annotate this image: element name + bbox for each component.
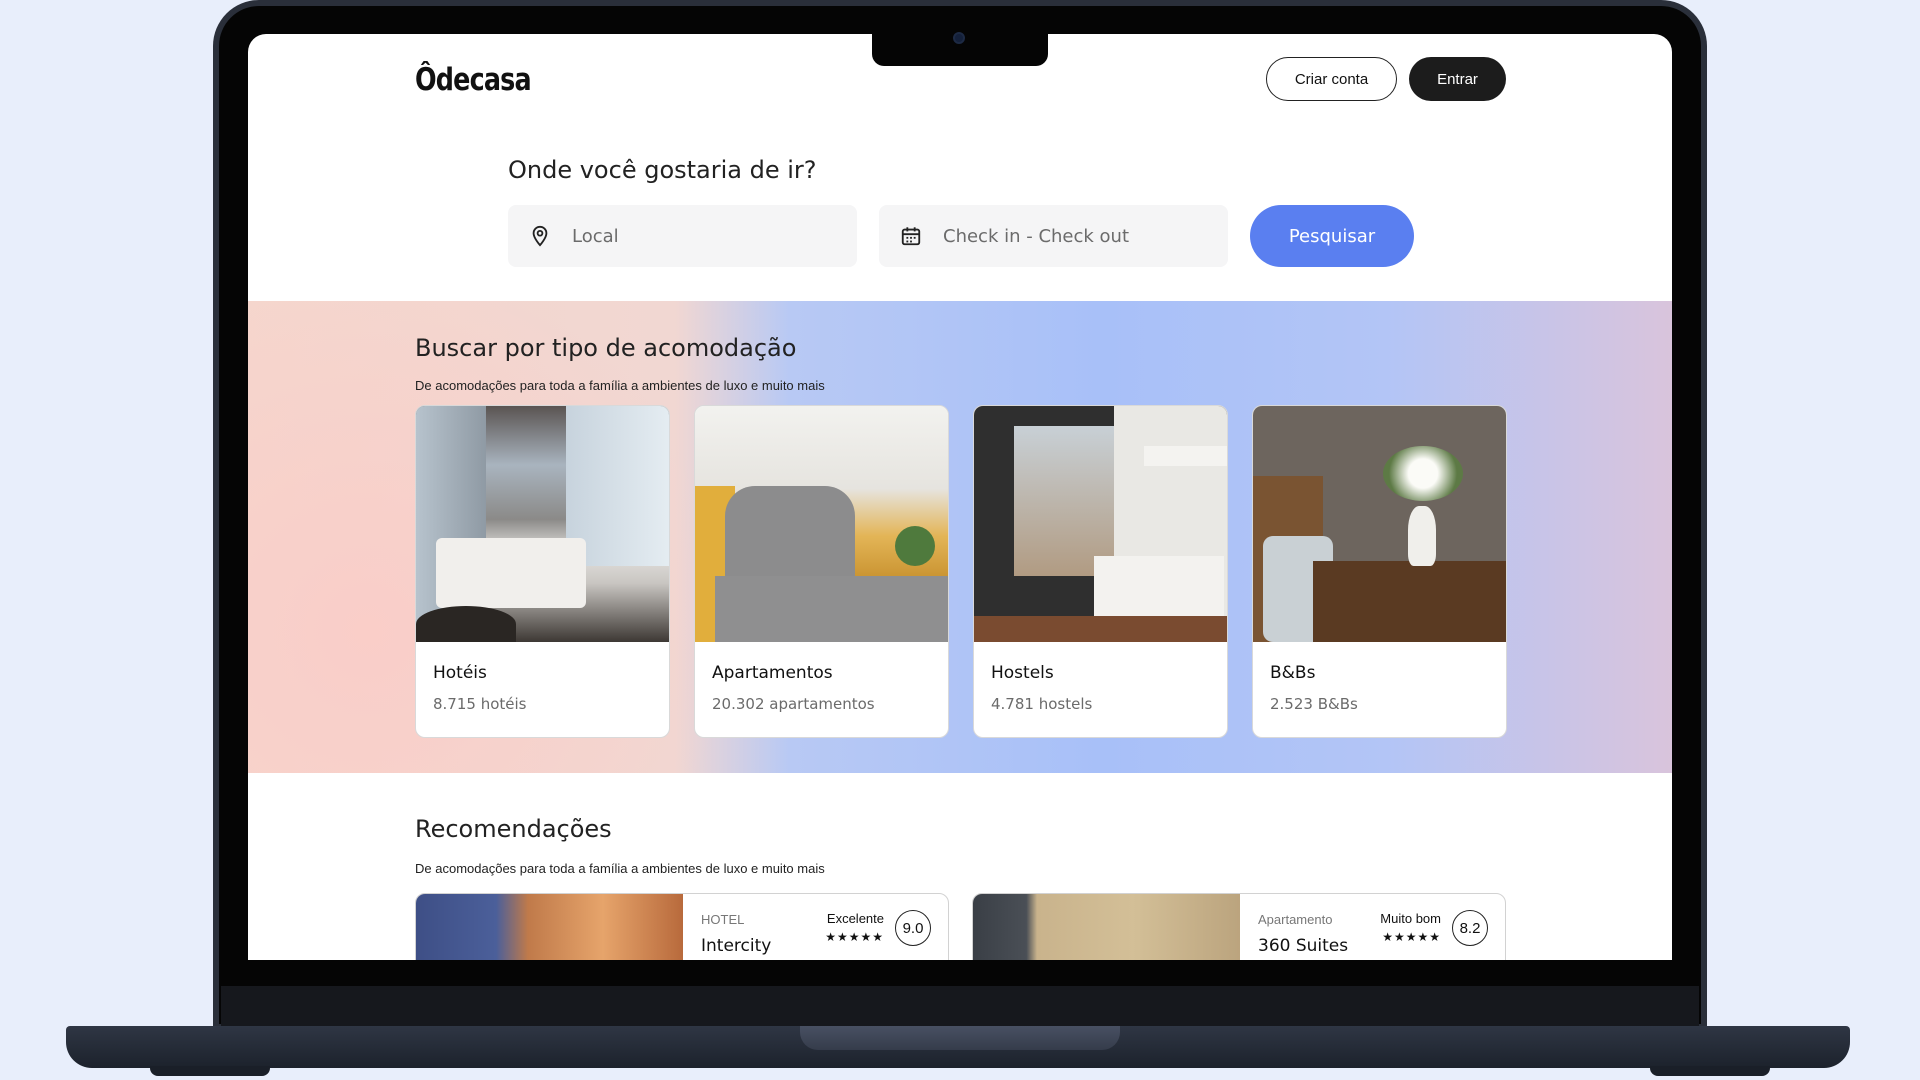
brand-logo[interactable]: Ôdecasa	[415, 62, 532, 98]
rating-label: Excelente	[826, 911, 884, 926]
recommendation-kind: HOTEL	[701, 912, 745, 927]
laptop-screen: Ôdecasa Criar conta Entrar Onde você gos…	[248, 34, 1672, 960]
types-subtitle: De acomodações para toda a família a amb…	[415, 378, 825, 393]
recommendation-kind: Apartamento	[1258, 912, 1333, 927]
type-card-hotels[interactable]: Hotéis 8.715 hotéis	[415, 405, 670, 738]
intercity-image	[416, 894, 683, 960]
star-rating: ★★★★★	[825, 930, 884, 944]
type-name: Hostels	[991, 663, 1054, 683]
calendar-icon	[899, 224, 923, 248]
location-pin-icon	[528, 224, 552, 248]
type-name: Apartamentos	[712, 663, 833, 683]
rating-label: Muito bom	[1380, 911, 1441, 926]
laptop-hinge-notch	[800, 1026, 1120, 1050]
camera-icon	[953, 32, 965, 44]
rating-score-badge: 8.2	[1452, 910, 1488, 946]
type-name: Hotéis	[433, 663, 487, 683]
type-card-apartments[interactable]: Apartamentos 20.302 apartamentos	[694, 405, 949, 738]
type-card-hostels[interactable]: Hostels 4.781 hostels	[973, 405, 1228, 738]
recommendation-name: Intercity	[701, 936, 772, 956]
type-count: 8.715 hotéis	[433, 695, 527, 713]
star-rating: ★★★★★	[1382, 930, 1441, 944]
laptop-chin	[221, 986, 1699, 1026]
create-account-button[interactable]: Criar conta	[1266, 57, 1397, 101]
bnb-room-image	[1253, 406, 1506, 642]
login-button[interactable]: Entrar	[1409, 57, 1506, 101]
location-placeholder: Local	[572, 225, 619, 247]
search-title: Onde você gostaria de ir?	[508, 156, 817, 184]
360-suites-image	[973, 894, 1240, 960]
dates-input[interactable]: Check in - Check out	[879, 205, 1228, 267]
search-button[interactable]: Pesquisar	[1250, 205, 1414, 267]
laptop-foot-right	[1650, 1066, 1770, 1076]
recommendations-title: Recomendações	[415, 815, 612, 843]
hotel-room-image	[416, 406, 669, 642]
type-count: 4.781 hostels	[991, 695, 1093, 713]
type-name: B&Bs	[1270, 663, 1316, 683]
types-title: Buscar por tipo de acomodação	[415, 334, 797, 362]
recommendation-name: 360 Suites	[1258, 936, 1349, 956]
rating-score-badge: 9.0	[895, 910, 931, 946]
hostel-room-image	[974, 406, 1227, 642]
type-count: 2.523 B&Bs	[1270, 695, 1358, 713]
type-card-bnbs[interactable]: B&Bs 2.523 B&Bs	[1252, 405, 1507, 738]
recommendation-card-360-suites[interactable]: Apartamento 360 Suites Muito bom ★★★★★ 8…	[972, 893, 1506, 960]
location-input[interactable]: Local	[508, 205, 857, 267]
recommendations-subtitle: De acomodações para toda a família a amb…	[415, 861, 825, 876]
laptop-foot-left	[150, 1066, 270, 1076]
recommendation-card-intercity[interactable]: HOTEL Intercity Excelente ★★★★★ 9.0	[415, 893, 949, 960]
type-count: 20.302 apartamentos	[712, 695, 875, 713]
apartment-room-image	[695, 406, 948, 642]
dates-placeholder: Check in - Check out	[943, 225, 1130, 247]
